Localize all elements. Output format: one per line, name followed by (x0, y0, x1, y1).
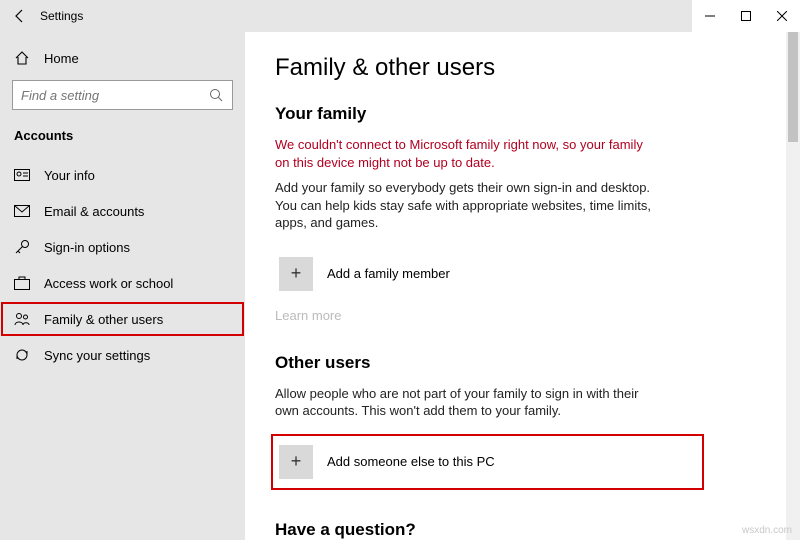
key-icon (14, 239, 30, 255)
search-box[interactable] (12, 80, 233, 110)
other-users-desc: Allow people who are not part of your fa… (275, 385, 655, 420)
plus-icon: + (279, 445, 313, 479)
nav-label: Access work or school (44, 276, 173, 291)
nav-label: Your info (44, 168, 95, 183)
add-family-label: Add a family member (327, 266, 450, 281)
sidebar: Home Accounts Your info Email & accounts… (0, 32, 245, 540)
briefcase-icon (14, 275, 30, 291)
plus-icon: + (279, 257, 313, 291)
sidebar-item-signin[interactable]: Sign-in options (0, 229, 245, 265)
window-title: Settings (40, 9, 83, 23)
nav-label: Sign-in options (44, 240, 130, 255)
learn-more-link[interactable]: Learn more (275, 308, 770, 323)
add-family-member-button[interactable]: + Add a family member (275, 250, 770, 298)
sidebar-item-sync[interactable]: Sync your settings (0, 337, 245, 373)
maximize-button[interactable] (728, 0, 764, 32)
add-other-label: Add someone else to this PC (327, 454, 495, 469)
titlebar: Settings (0, 0, 800, 32)
sidebar-item-your-info[interactable]: Your info (0, 157, 245, 193)
main-content: Family & other users Your family We coul… (245, 32, 800, 540)
sidebar-item-family[interactable]: Family & other users (0, 301, 245, 337)
close-button[interactable] (764, 0, 800, 32)
id-card-icon (14, 167, 30, 183)
minimize-button[interactable] (692, 0, 728, 32)
add-other-user-button[interactable]: + Add someone else to this PC (275, 438, 700, 486)
sidebar-item-email[interactable]: Email & accounts (0, 193, 245, 229)
nav-label: Email & accounts (44, 204, 144, 219)
section-label: Accounts (0, 122, 245, 157)
sidebar-item-work[interactable]: Access work or school (0, 265, 245, 301)
back-arrow-icon (12, 8, 28, 24)
mail-icon (14, 203, 30, 219)
search-icon (208, 87, 224, 103)
scrollbar[interactable] (786, 32, 800, 540)
home-label: Home (44, 51, 79, 66)
sync-icon (14, 347, 30, 363)
search-input[interactable] (21, 88, 208, 103)
nav-label: Sync your settings (44, 348, 150, 363)
nav-label: Family & other users (44, 312, 163, 327)
people-icon (14, 311, 30, 327)
family-error-text: We couldn't connect to Microsoft family … (275, 136, 645, 171)
home-icon (14, 50, 30, 66)
scrollbar-thumb[interactable] (788, 32, 798, 142)
watermark: wsxdn.com (742, 525, 792, 536)
question-title: Have a question? (275, 520, 770, 540)
home-nav[interactable]: Home (0, 40, 245, 76)
other-users-title: Other users (275, 353, 770, 373)
window-controls (692, 0, 800, 32)
family-desc: Add your family so everybody gets their … (275, 179, 655, 232)
family-section-title: Your family (275, 104, 770, 124)
back-button[interactable] (0, 0, 40, 32)
page-title: Family & other users (275, 54, 770, 82)
